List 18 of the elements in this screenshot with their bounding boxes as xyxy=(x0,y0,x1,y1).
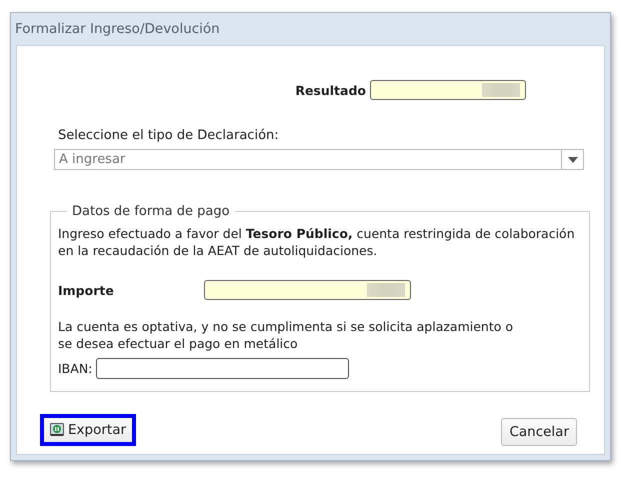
declaration-dropdown[interactable]: A ingresar xyxy=(54,149,584,170)
iban-field[interactable] xyxy=(96,358,350,379)
payment-info-text: Ingreso efectuado a favor del Tesoro Público, cuenta restringida de colaboración en la recaudación de la AEAT de autoliquidaciones. xyxy=(58,225,576,259)
resultado-label: Resultado xyxy=(295,82,366,98)
dropdown-arrow-icon xyxy=(568,156,578,162)
importe-label: Importe xyxy=(58,282,115,298)
account-note-text: La cuenta es optativa, y no se cumplimenta si se solicita aplazamiento o se desea efectuar el pago en metálico xyxy=(58,318,514,352)
declaration-label: Seleccione el tipo de Declaración: xyxy=(57,128,280,143)
export-button[interactable]: Exportar xyxy=(40,414,136,446)
export-icon xyxy=(50,423,64,437)
window-title: Formalizar Ingreso/Devolución xyxy=(14,20,221,39)
blurred-value xyxy=(367,283,405,297)
resultado-field[interactable] xyxy=(370,80,526,100)
iban-label: IBAN: xyxy=(58,361,92,376)
importe-field[interactable] xyxy=(204,280,411,300)
cancel-button[interactable]: Cancelar xyxy=(501,418,577,446)
blurred-value xyxy=(482,83,520,97)
fieldset-legend: Datos de forma de pago xyxy=(67,204,235,219)
